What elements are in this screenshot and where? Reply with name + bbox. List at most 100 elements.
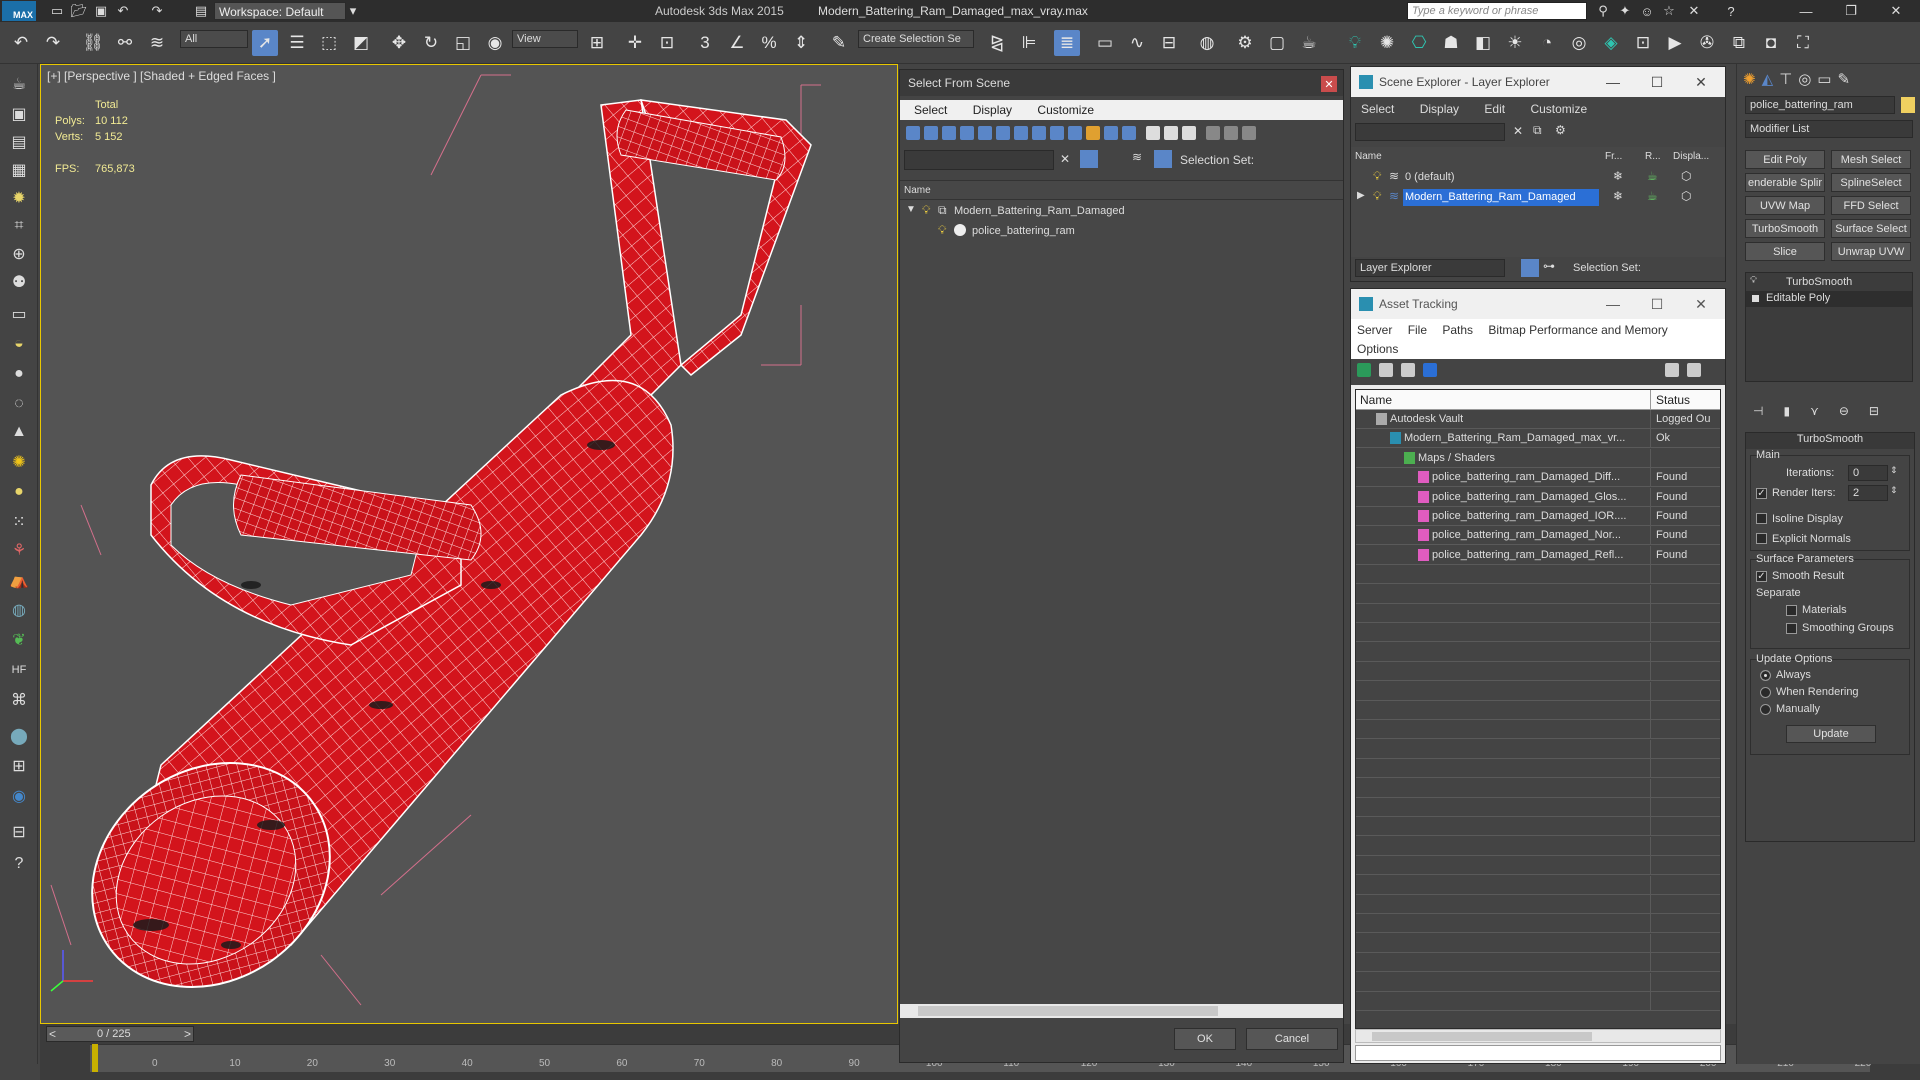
se-col-render[interactable]: R... xyxy=(1645,151,1661,162)
tree-view-icon[interactable] xyxy=(1401,363,1415,377)
vray-camera-icon[interactable]: ⎔ xyxy=(1406,30,1432,56)
modifier-button[interactable]: Unwrap UVW xyxy=(1831,242,1911,261)
selection-filter-dropdown[interactable]: All xyxy=(180,30,248,48)
ok-button[interactable]: OK xyxy=(1174,1028,1236,1050)
filter-spacewarps-icon[interactable] xyxy=(996,126,1010,140)
asset-row[interactable]: police_battering_ram_Damaged_Glos... Foun… xyxy=(1356,487,1720,507)
create-tab-icon[interactable]: ✺ xyxy=(1743,70,1756,88)
minimize-icon[interactable]: — xyxy=(1795,2,1817,20)
pivot-icon[interactable]: ⊞ xyxy=(584,30,610,56)
se-search-input[interactable] xyxy=(1355,123,1505,141)
angle-snap-icon[interactable]: ∠ xyxy=(724,30,750,56)
layers-icon[interactable]: ≋ xyxy=(1132,150,1142,164)
at-menu-file[interactable]: File xyxy=(1408,323,1427,337)
se-minimize-icon[interactable]: — xyxy=(1591,69,1635,95)
render-setup-icon[interactable]: ⚙ xyxy=(1232,30,1258,56)
at-col-status[interactable]: Status xyxy=(1656,393,1690,407)
filter-shapes-icon[interactable] xyxy=(924,126,938,140)
undo-small-icon[interactable]: ↶ xyxy=(112,2,134,20)
make-unique-icon[interactable]: ⋎ xyxy=(1810,404,1819,422)
at-settings-icon[interactable] xyxy=(1687,363,1701,377)
workspace-arrow-icon[interactable]: ▾ xyxy=(342,2,364,20)
star-icon[interactable]: ☆ xyxy=(1658,2,1680,20)
at-horizontal-scrollbar[interactable] xyxy=(1355,1029,1721,1043)
light-bulb-small-icon[interactable]: 💡︎ xyxy=(1373,169,1381,184)
scale-icon[interactable]: ◱ xyxy=(450,30,476,56)
object-name-input[interactable]: police_battering_ram xyxy=(1745,96,1895,114)
sfs-horizontal-scrollbar[interactable] xyxy=(900,1004,1343,1018)
undo-icon[interactable]: ↶ xyxy=(8,30,34,56)
curve-editor-icon[interactable]: ∿ xyxy=(1124,30,1150,56)
stack-item-turbosmooth[interactable]: 💡︎ TurboSmooth xyxy=(1746,275,1912,291)
se-close-icon[interactable]: ✕ xyxy=(1679,69,1723,95)
deform-icon[interactable]: ⌘ xyxy=(7,688,31,712)
vray-frame-buffer-icon[interactable]: ◧ xyxy=(1470,30,1496,56)
filter-bones-icon[interactable] xyxy=(1050,126,1064,140)
modifier-button[interactable]: UVW Map xyxy=(1745,196,1825,215)
cancel-button[interactable]: Cancel xyxy=(1246,1028,1338,1050)
at-minimize-icon[interactable]: — xyxy=(1591,291,1635,317)
vray-physical-camera-icon[interactable]: ⧉ xyxy=(1726,30,1752,56)
hierarchy-icon[interactable] xyxy=(1224,126,1238,140)
close-icon[interactable]: ✕ xyxy=(1885,2,1907,20)
filter-cameras-icon[interactable] xyxy=(960,126,974,140)
object-color-swatch[interactable] xyxy=(1901,97,1915,113)
se-col-display[interactable]: Displa... xyxy=(1673,151,1709,162)
redo-icon[interactable]: ↷ xyxy=(40,30,66,56)
filter-lights-icon[interactable] xyxy=(942,126,956,140)
turbosmooth-rollout-header[interactable]: TurboSmooth xyxy=(1746,433,1914,449)
freeze-snowflake-icon[interactable]: ❄ xyxy=(1613,169,1623,183)
toggle-ribbon-icon[interactable]: ▭ xyxy=(1092,30,1118,56)
x-icon[interactable]: ✕ xyxy=(1683,2,1705,20)
vray-sun-icon[interactable]: ☀ xyxy=(1502,30,1528,56)
stack-item-editable-poly[interactable]: Editable Poly xyxy=(1746,291,1912,307)
sfs-menu-display[interactable]: Display xyxy=(973,103,1012,117)
layers-toggle-icon[interactable] xyxy=(1521,259,1539,277)
vray-script-icon[interactable]: ⛶ xyxy=(1790,30,1816,56)
layer-explorer-dropdown[interactable]: Layer Explorer xyxy=(1355,259,1505,277)
tools-icon[interactable]: ✦ xyxy=(1614,2,1636,20)
se-col-name[interactable]: Name xyxy=(1355,151,1382,162)
hf-icon[interactable]: HF xyxy=(7,658,31,682)
funnel-icon[interactable] xyxy=(1206,126,1220,140)
mirror-icon[interactable]: ⧎ xyxy=(984,30,1010,56)
manually-radio[interactable] xyxy=(1760,704,1771,715)
modifier-button[interactable]: Surface Select xyxy=(1831,219,1911,238)
remove-modifier-icon[interactable]: ⊖ xyxy=(1839,404,1849,422)
sfs-menu-select[interactable]: Select xyxy=(914,103,947,117)
modifier-button[interactable]: Edit Poly xyxy=(1745,150,1825,169)
render-iters-spinner[interactable]: 2 xyxy=(1848,485,1888,501)
modifier-button[interactable]: TurboSmooth xyxy=(1745,219,1825,238)
rotate-icon[interactable]: ↻ xyxy=(418,30,444,56)
filter-helpers-icon[interactable] xyxy=(978,126,992,140)
ref-coord-dropdown[interactable]: View xyxy=(512,30,578,48)
render-teapot-icon[interactable]: ☕ xyxy=(1647,169,1658,183)
time-next-icon[interactable]: > xyxy=(184,1027,191,1041)
sfs-item-row[interactable]: ▼ 💡︎ ⧉ Modern_Battering_Ram_Damaged xyxy=(900,203,1343,221)
display-box-icon[interactable]: ⬡ xyxy=(1681,169,1691,183)
clear-search-icon[interactable]: ✕ xyxy=(1060,152,1070,166)
selection-set-icon[interactable] xyxy=(1154,150,1172,168)
always-radio[interactable] xyxy=(1760,670,1771,681)
manipulate-icon[interactable]: ✛ xyxy=(622,30,648,56)
workspace-dropdown[interactable]: Workspace: Default xyxy=(214,2,346,20)
globe-icon[interactable]: ◍ xyxy=(7,598,31,622)
filter-containers-icon[interactable] xyxy=(1068,126,1082,140)
vray-dome-icon[interactable]: ◘ xyxy=(1758,30,1784,56)
vray-ipr-icon[interactable]: ▶ xyxy=(1662,30,1688,56)
sfs-item-row[interactable]: 💡︎ police_battering_ram xyxy=(900,223,1343,241)
teapot-icon[interactable]: ☕ xyxy=(7,72,31,96)
torus-icon[interactable]: ◌ xyxy=(7,392,31,416)
spacewarp-icon[interactable]: ⚉ xyxy=(7,270,31,294)
binoculars-icon[interactable]: ⚲ xyxy=(1592,2,1614,20)
asset-row[interactable]: police_battering_ram_Damaged_Diff... Foun… xyxy=(1356,468,1720,488)
refresh-icon[interactable] xyxy=(1357,363,1371,377)
vray-settings-icon[interactable]: ◎ xyxy=(1566,30,1592,56)
se-col-freeze[interactable]: Fr... xyxy=(1605,151,1622,162)
display-all-icon[interactable] xyxy=(1122,126,1136,140)
light-bulb-small-icon[interactable]: 💡︎ xyxy=(1750,275,1757,286)
asset-row[interactable]: Modern_Battering_Ram_Damaged_max_vr... Ok xyxy=(1356,429,1720,449)
at-menu-bitmap[interactable]: Bitmap Performance and Memory xyxy=(1488,323,1667,337)
link-icon[interactable]: ⛓ xyxy=(80,30,106,56)
se-menu-display[interactable]: Display xyxy=(1420,102,1459,116)
